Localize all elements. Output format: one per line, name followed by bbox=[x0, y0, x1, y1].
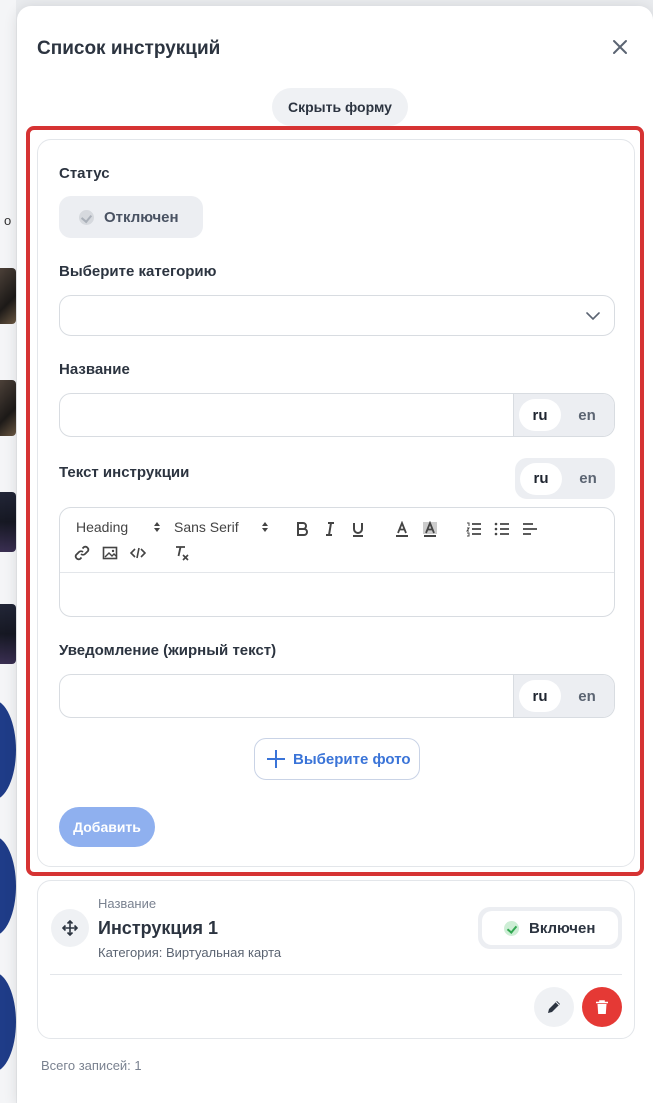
trash-icon bbox=[596, 1000, 608, 1014]
heading-select[interactable]: Heading bbox=[76, 519, 128, 535]
check-icon bbox=[504, 920, 519, 936]
notice-field: ru en bbox=[59, 674, 615, 718]
editor-body[interactable] bbox=[60, 574, 614, 616]
status-value: Отключен bbox=[104, 208, 179, 226]
notice-lang-switch: ru en bbox=[513, 675, 614, 717]
drag-handle[interactable] bbox=[51, 909, 89, 947]
background-thumbnail bbox=[0, 380, 16, 436]
background-thumbnail bbox=[0, 268, 16, 324]
notice-label: Уведомление (жирный текст) bbox=[59, 642, 277, 659]
submit-button[interactable]: Добавить bbox=[59, 807, 155, 847]
item-category: Категория: Виртуальная карта bbox=[98, 945, 282, 960]
underline-icon[interactable] bbox=[350, 521, 366, 537]
move-icon bbox=[62, 920, 78, 936]
hide-form-button[interactable]: Скрыть форму bbox=[272, 88, 408, 126]
text-lang-switch: ru en bbox=[515, 458, 615, 499]
close-button[interactable] bbox=[609, 36, 631, 58]
choose-photo-label: Выберите фото bbox=[293, 750, 411, 768]
status-badge: Включен bbox=[482, 911, 618, 945]
background-logo bbox=[0, 700, 16, 800]
item-title: Инструкция 1 bbox=[98, 918, 219, 938]
status-toggle[interactable]: Отключен bbox=[59, 196, 203, 238]
divider bbox=[50, 974, 622, 975]
category-label: Выберите категорию bbox=[59, 263, 217, 280]
lang-en-button[interactable]: en bbox=[562, 463, 614, 495]
background-logo bbox=[0, 836, 16, 936]
text-color-icon[interactable] bbox=[394, 521, 410, 537]
editor-toolbar: Heading Sans Serif bbox=[60, 508, 614, 573]
list-item: Название Инструкция 1 Категория: Виртуал… bbox=[37, 880, 635, 1039]
italic-icon[interactable] bbox=[322, 521, 338, 537]
status-label: Статус bbox=[59, 165, 110, 182]
delete-button[interactable] bbox=[582, 987, 622, 1027]
select-arrows-icon bbox=[262, 522, 268, 532]
instruction-form: Статус Отключен Выберите категорию Назва… bbox=[37, 139, 635, 867]
font-select[interactable]: Sans Serif bbox=[174, 519, 239, 535]
total-records: Всего записей: 1 bbox=[41, 1058, 142, 1073]
choose-photo-button[interactable]: Выберите фото bbox=[254, 738, 420, 780]
plus-icon bbox=[267, 750, 285, 768]
link-icon[interactable] bbox=[74, 545, 90, 561]
bold-icon[interactable] bbox=[294, 521, 310, 537]
name-field: ru en bbox=[59, 393, 615, 437]
background-thumbnail bbox=[0, 604, 16, 664]
item-status-value: Включен bbox=[529, 919, 596, 937]
lang-ru-button[interactable]: ru bbox=[519, 399, 561, 431]
background-text: о bbox=[4, 213, 12, 228]
pencil-icon bbox=[548, 1001, 560, 1013]
lang-en-button[interactable]: en bbox=[561, 680, 613, 712]
name-label: Название bbox=[59, 361, 130, 378]
align-icon[interactable] bbox=[522, 521, 538, 537]
text-label: Текст инструкции bbox=[59, 464, 190, 481]
background-logo bbox=[0, 972, 16, 1072]
check-icon bbox=[79, 209, 94, 225]
name-input[interactable] bbox=[60, 394, 515, 436]
background-color-icon[interactable] bbox=[422, 521, 438, 537]
name-lang-switch: ru en bbox=[513, 394, 614, 436]
edit-button[interactable] bbox=[534, 987, 574, 1027]
bullet-list-icon[interactable] bbox=[494, 521, 510, 537]
clear-format-icon[interactable] bbox=[174, 545, 190, 561]
notice-input[interactable] bbox=[60, 675, 515, 717]
lang-ru-button[interactable]: ru bbox=[519, 680, 561, 712]
instructions-modal: Список инструкций Скрыть форму Статус От… bbox=[17, 6, 653, 1103]
code-icon[interactable] bbox=[130, 545, 146, 561]
background-thumbnail bbox=[0, 492, 16, 552]
lang-en-button[interactable]: en bbox=[561, 399, 613, 431]
category-select[interactable] bbox=[59, 295, 615, 336]
select-arrows-icon bbox=[154, 522, 160, 532]
close-icon bbox=[613, 40, 627, 54]
rich-text-editor: Heading Sans Serif bbox=[59, 507, 615, 617]
lang-ru-button[interactable]: ru bbox=[520, 462, 562, 495]
item-status-toggle[interactable]: Включен bbox=[478, 907, 622, 949]
modal-title: Список инструкций bbox=[37, 38, 221, 59]
ordered-list-icon[interactable] bbox=[466, 521, 482, 537]
background-page: о bbox=[0, 0, 16, 1103]
chevron-down-icon bbox=[586, 312, 600, 321]
image-icon[interactable] bbox=[102, 545, 118, 561]
item-name-label: Название bbox=[98, 896, 157, 911]
